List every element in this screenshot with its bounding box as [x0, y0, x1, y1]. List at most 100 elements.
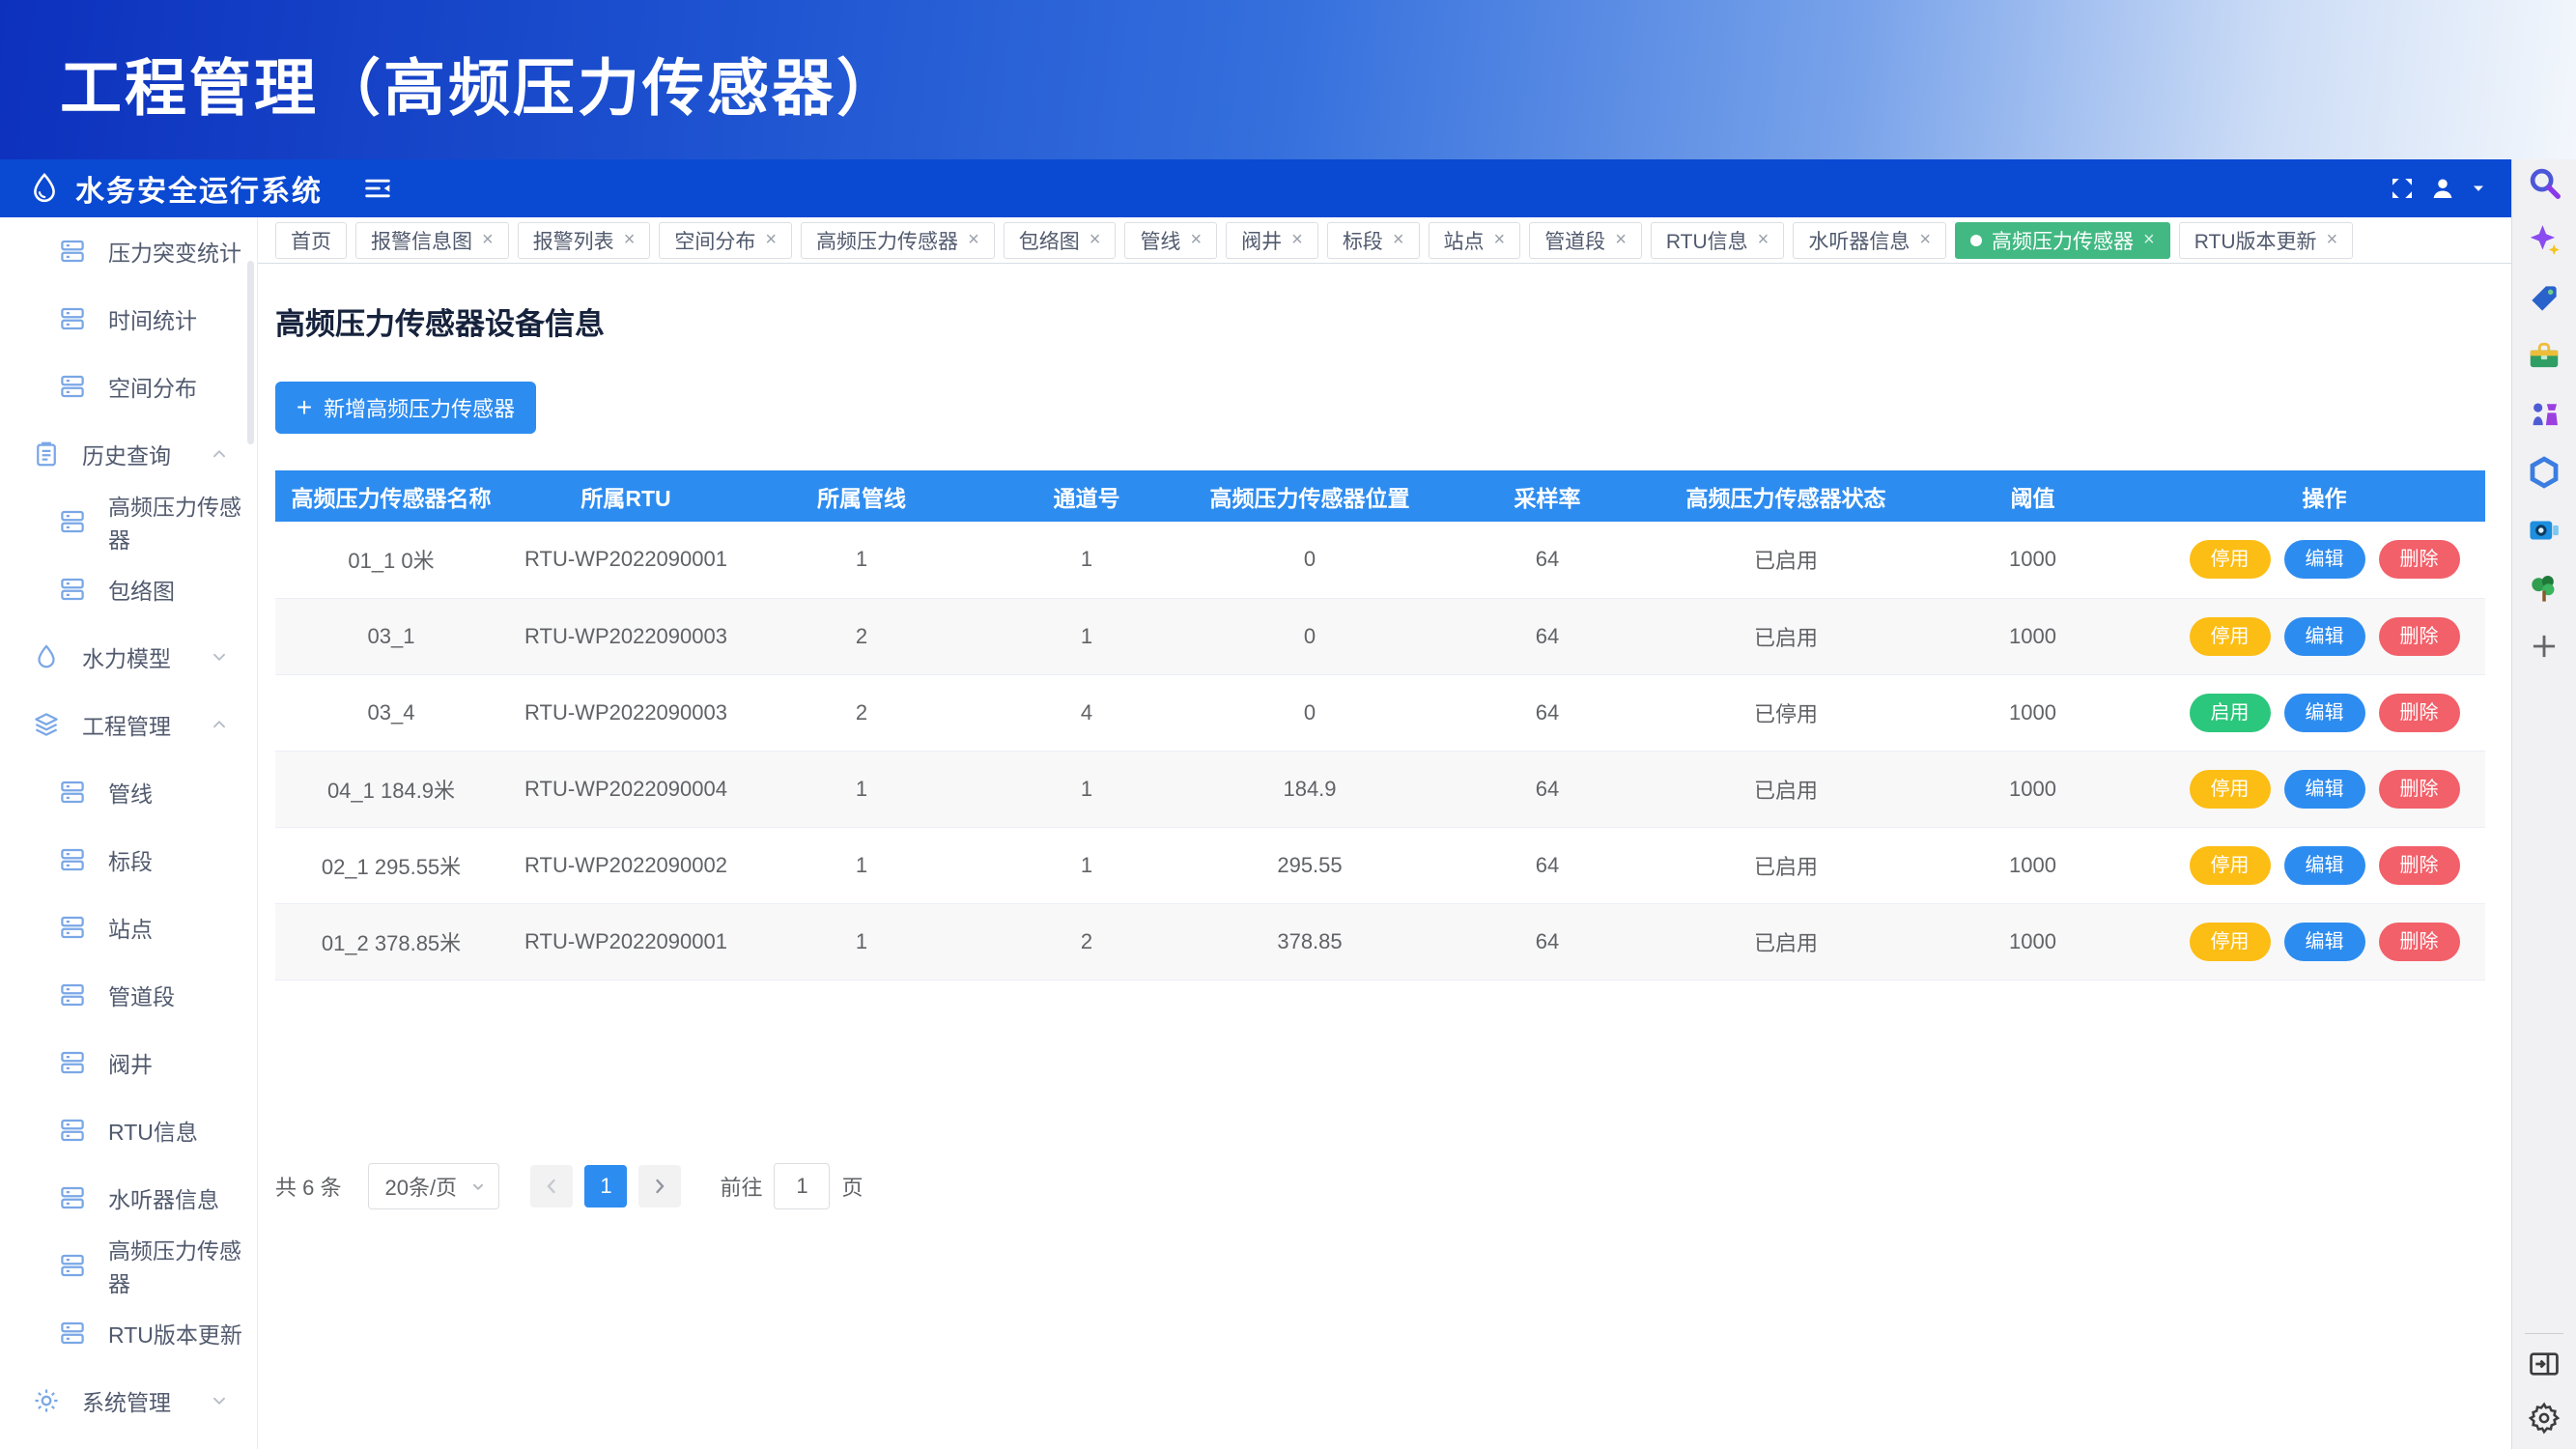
sidebar-item-7[interactable]: 工程管理 [0, 691, 257, 758]
chevron-up-icon [209, 714, 230, 735]
close-tab-icon[interactable]: × [1615, 229, 1627, 251]
sidebar-item-3[interactable]: 历史查询 [0, 420, 257, 488]
sidebar-item-16[interactable]: RTU版本更新 [0, 1299, 257, 1367]
close-tab-icon[interactable]: × [1393, 229, 1404, 251]
warning-action-button[interactable]: 停用 [2190, 923, 2271, 961]
tree-icon[interactable] [2526, 570, 2562, 607]
tab-9[interactable]: 站点× [1429, 222, 1521, 259]
table-row: 03_1RTU-WP202209000321064已启用1000停用编辑删除 [275, 598, 2485, 674]
sidebar-scrollbar[interactable] [247, 261, 254, 444]
sidebar-item-10[interactable]: 站点 [0, 894, 257, 961]
tab-11[interactable]: RTU信息× [1651, 222, 1784, 259]
collapse-panel-icon[interactable] [2526, 1346, 2562, 1382]
gear-icon [32, 1386, 61, 1415]
cell: 已启用 [1670, 827, 1902, 903]
close-tab-icon[interactable]: × [2143, 229, 2155, 251]
page-size-select[interactable]: 20条/页 [368, 1163, 499, 1209]
warning-action-button[interactable]: 停用 [2190, 846, 2271, 885]
table-row: 02_1 295.55米RTU-WP202209000211295.5564已启… [275, 827, 2485, 903]
danger-action-button[interactable]: 删除 [2379, 617, 2460, 656]
primary-action-button[interactable]: 编辑 [2284, 846, 2365, 885]
tab-4[interactable]: 高频压力传感器× [801, 222, 995, 259]
caret-down-icon[interactable] [2469, 179, 2488, 198]
close-tab-icon[interactable]: × [1090, 229, 1101, 251]
next-page-button[interactable] [638, 1165, 681, 1208]
sidebar-item-12[interactable]: 阀井 [0, 1029, 257, 1096]
sidebar-item-11[interactable]: 管道段 [0, 961, 257, 1029]
tab-10[interactable]: 管道段× [1529, 222, 1642, 259]
danger-action-button[interactable]: 删除 [2379, 770, 2460, 809]
primary-action-button[interactable]: 编辑 [2284, 694, 2365, 732]
danger-action-button[interactable]: 删除 [2379, 540, 2460, 579]
cell: 已启用 [1670, 522, 1902, 598]
add-extension-icon[interactable] [2526, 628, 2562, 665]
close-tab-icon[interactable]: × [1494, 229, 1506, 251]
close-tab-icon[interactable]: × [1919, 229, 1931, 251]
close-tab-icon[interactable]: × [482, 229, 494, 251]
user-icon[interactable] [2428, 174, 2457, 203]
sidebar-item-4[interactable]: 高频压力传感器 [0, 488, 257, 555]
sidebar-item-2[interactable]: 空间分布 [0, 353, 257, 420]
danger-action-button[interactable]: 删除 [2379, 694, 2460, 732]
tab-6[interactable]: 管线× [1124, 222, 1217, 259]
page-number-button[interactable]: 1 [584, 1165, 627, 1208]
sidebar-item-5[interactable]: 包络图 [0, 555, 257, 623]
tab-0[interactable]: 首页 [275, 222, 347, 259]
primary-action-button[interactable]: 编辑 [2284, 617, 2365, 656]
primary-action-button[interactable]: 编辑 [2284, 923, 2365, 961]
tab-7[interactable]: 阀井× [1226, 222, 1318, 259]
tab-3[interactable]: 空间分布× [659, 222, 792, 259]
column-header-0: 高频压力传感器名称 [275, 470, 507, 522]
close-tab-icon[interactable]: × [968, 229, 979, 251]
close-tab-icon[interactable]: × [1291, 229, 1303, 251]
close-tab-icon[interactable]: × [624, 229, 636, 251]
tab-13[interactable]: 高频压力传感器× [1955, 222, 2170, 259]
table-row: 03_4RTU-WP202209000324064已停用1000启用编辑删除 [275, 674, 2485, 751]
tag-icon[interactable] [2526, 280, 2562, 317]
sidebar-item-label: 工程管理 [82, 708, 171, 741]
tab-1[interactable]: 报警信息图× [355, 222, 509, 259]
sidebar-item-0[interactable]: 压力突变统计 [0, 217, 257, 285]
sidebar-item-17[interactable]: 系统管理 [0, 1367, 257, 1435]
primary-action-button[interactable]: 编辑 [2284, 540, 2365, 579]
sidebar-item-13[interactable]: RTU信息 [0, 1096, 257, 1164]
sidebar-item-6[interactable]: 水力模型 [0, 623, 257, 691]
hexagon-icon[interactable] [2526, 454, 2562, 491]
sidebar-item-14[interactable]: 水听器信息 [0, 1164, 257, 1232]
search-icon[interactable] [2526, 164, 2562, 201]
sidebar-item-label: 高频压力传感器 [108, 489, 257, 554]
warning-action-button[interactable]: 停用 [2190, 540, 2271, 579]
prev-page-button[interactable] [530, 1165, 573, 1208]
sidebar-item-15[interactable]: 高频压力传感器 [0, 1232, 257, 1299]
close-tab-icon[interactable]: × [1190, 229, 1202, 251]
close-tab-icon[interactable]: × [1758, 229, 1769, 251]
sidebar-item-8[interactable]: 管线 [0, 758, 257, 826]
tab-8[interactable]: 标段× [1327, 222, 1420, 259]
tab-12[interactable]: 水听器信息× [1793, 222, 1946, 259]
chess-icon[interactable] [2526, 396, 2562, 433]
cell: 0 [1195, 598, 1425, 674]
warning-action-button[interactable]: 停用 [2190, 617, 2271, 656]
danger-action-button[interactable]: 删除 [2379, 923, 2460, 961]
fullscreen-icon[interactable] [2388, 174, 2417, 203]
settings-icon[interactable] [2526, 1400, 2562, 1436]
sidebar-item-9[interactable]: 标段 [0, 826, 257, 894]
tab-5[interactable]: 包络图× [1004, 222, 1117, 259]
sparkle-icon[interactable] [2526, 222, 2562, 259]
primary-action-button[interactable]: 编辑 [2284, 770, 2365, 809]
server-icon [58, 507, 87, 536]
menu-collapse-icon[interactable] [361, 172, 394, 205]
danger-action-button[interactable]: 删除 [2379, 846, 2460, 885]
sidebar-item-1[interactable]: 时间统计 [0, 285, 257, 353]
tab-2[interactable]: 报警列表× [518, 222, 651, 259]
success-action-button[interactable]: 启用 [2190, 694, 2271, 732]
goto-page-input[interactable] [774, 1163, 830, 1209]
add-sensor-button[interactable]: + 新增高频压力传感器 [275, 382, 536, 434]
tab-bar: 首页报警信息图×报警列表×空间分布×高频压力传感器×包络图×管线×阀井×标段×站… [258, 217, 2511, 264]
tab-14[interactable]: RTU版本更新× [2179, 222, 2353, 259]
close-tab-icon[interactable]: × [2327, 229, 2338, 251]
camera-icon[interactable] [2526, 512, 2562, 549]
warning-action-button[interactable]: 停用 [2190, 770, 2271, 809]
close-tab-icon[interactable]: × [765, 229, 777, 251]
toolbox-icon[interactable] [2526, 338, 2562, 375]
